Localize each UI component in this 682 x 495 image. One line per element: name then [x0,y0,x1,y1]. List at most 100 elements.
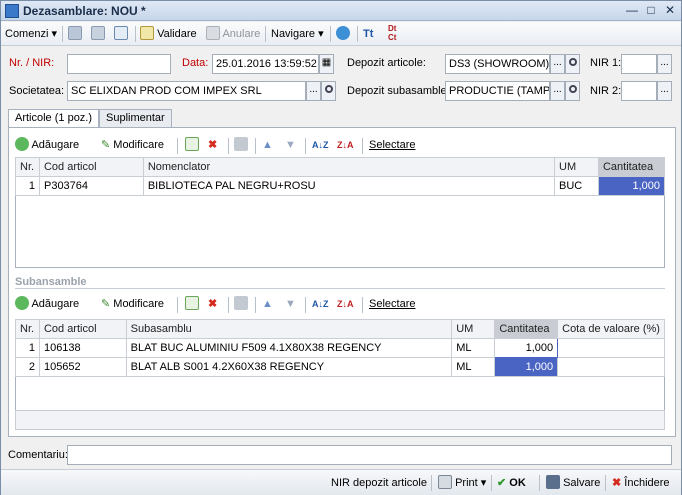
articole-sort-za-button[interactable]: Z↓A [337,136,354,154]
validare-button[interactable]: Validare [140,25,197,43]
subansamble-save-grid-button[interactable] [234,295,248,313]
nir2-field[interactable] [621,81,657,101]
anulare-button[interactable]: Anulare [206,25,260,43]
print-button[interactable]: Print ▾ [438,474,486,492]
depozit-subansamble-field[interactable]: PRODUCTIE (TAMP [445,81,550,101]
comenzi-menu[interactable]: Comenzi ▾ [5,25,57,43]
toolbar-separator [177,138,178,154]
nir2-label: NIR 2: [590,85,622,97]
articole-select-button[interactable]: Selectare [369,136,415,154]
cell-um[interactable]: BUC [554,176,599,196]
cell-cod-articol[interactable]: 105652 [38,357,127,377]
nir-depozit-articole-label: NIR depozit articole [331,477,427,489]
column-header-cod-articol[interactable]: Cod articol [38,319,127,339]
articole-delete-button[interactable]: ✖ [208,136,217,154]
subansamble-footer-row [15,410,665,430]
tab-suplimentar[interactable]: Suplimentar [99,109,172,128]
societatea-field[interactable]: SC ELIXDAN PROD COM IMPEX SRL [67,81,306,101]
chevron-down-icon: ▾ [480,477,487,489]
articole-save-grid-button[interactable] [234,136,248,154]
ok-button[interactable]: ✔ OK [497,474,526,492]
nr-nir-field[interactable] [67,54,171,74]
depozit-articole-field[interactable]: DS3 (SHOWROOM) [445,54,550,74]
table-row[interactable]: 1 106138 BLAT BUC ALUMINIU F509 4.1X80X3… [15,338,665,358]
subansamble-add-label: Adăugare [31,298,80,310]
table-row[interactable]: 2 105652 BLAT ALB S001 4.2X60X38 REGENCY… [15,357,665,377]
depozit-subansamble-search-button[interactable] [565,81,580,101]
articole-add-row-button[interactable] [185,136,199,154]
cell-cantitatea[interactable]: 1,000 [494,357,559,377]
nir-depozit-articole-button[interactable]: NIR depozit articole [331,474,427,492]
document-button[interactable] [91,25,105,43]
cell-subasamblu[interactable]: BLAT ALB S001 4.2X60X38 REGENCY [125,357,453,377]
subansamble-add-row-button[interactable] [185,295,199,313]
cell-nr[interactable]: 1 [15,338,40,358]
disk-icon [546,475,560,489]
tab-articole[interactable]: Articole (1 poz.) [8,109,100,129]
cell-cantitatea[interactable]: 1,000 [597,176,666,196]
cell-nr[interactable]: 2 [15,357,40,377]
articole-move-down-button[interactable]: ▼ [285,136,296,154]
cell-cod-articol[interactable]: 106138 [38,338,127,358]
cell-um[interactable]: ML [451,338,496,358]
articole-edit-button[interactable]: ✎ Modificare [101,136,164,154]
close-window-button[interactable]: ✕ [661,3,679,18]
column-header-cantitatea[interactable]: Cantitatea [494,319,559,339]
subansamble-move-up-button[interactable]: ▲ [262,295,273,313]
column-header-um[interactable]: UM [554,157,599,177]
debit-credit-button[interactable]: Dt Ct [388,24,396,42]
cell-subasamblu[interactable]: BLAT BUC ALUMINIU F509 4.1X80X38 REGENCY [125,338,453,358]
cell-cota-valoare[interactable] [557,338,665,358]
depozit-subansamble-browse-button[interactable]: ... [550,81,565,101]
minimize-button[interactable]: — [623,3,641,18]
subansamble-select-button[interactable]: Selectare [369,295,415,313]
subansamble-edit-button[interactable]: ✎ Modificare [101,295,164,313]
subansamble-move-down-button[interactable]: ▼ [285,295,296,313]
column-header-cantitatea[interactable]: Cantitatea [597,157,666,177]
depozit-articole-search-button[interactable] [565,54,580,74]
nir2-browse-button[interactable]: ... [657,81,672,101]
cell-cantitatea[interactable]: 1,000 [494,338,559,358]
column-header-cota-valoare[interactable]: Cota de valoare (%) [557,319,665,339]
cell-cota-valoare[interactable] [557,357,665,377]
column-header-subasamblu[interactable]: Subasamblu [125,319,453,339]
societatea-label: Societatea: [9,85,65,97]
inchidere-button[interactable]: ✖ Închidere [612,474,670,492]
articole-sort-az-button[interactable]: A↓Z [312,136,329,154]
column-header-nr[interactable]: Nr. [15,157,40,177]
new-document-button[interactable] [114,25,128,43]
column-header-um[interactable]: UM [451,319,496,339]
cell-nomenclator[interactable]: BIBLIOTECA PAL NEGRU+ROSU [142,176,556,196]
app-icon [5,4,19,18]
articole-add-button[interactable]: Adăugare [15,136,79,154]
text-format-button[interactable]: Tt [363,25,373,43]
subansamble-sort-az-button[interactable]: A↓Z [312,295,329,313]
first-record-button[interactable] [68,25,82,43]
chat-button[interactable] [336,25,350,43]
toolbar-separator [305,138,306,154]
comentariu-field[interactable] [67,445,672,465]
column-header-cod-articol[interactable]: Cod articol [38,157,144,177]
societatea-search-button[interactable] [321,81,336,101]
column-header-nr[interactable]: Nr. [15,319,40,339]
cell-nr[interactable]: 1 [15,176,40,196]
search-icon [568,85,577,93]
subansamble-delete-button[interactable]: ✖ [208,295,217,313]
subansamble-add-button[interactable]: Adăugare [15,295,79,313]
table-row[interactable]: 1 P303764 BIBLIOTECA PAL NEGRU+ROSU BUC … [15,176,666,196]
subansamble-sort-za-button[interactable]: Z↓A [337,295,354,313]
nir1-browse-button[interactable]: ... [657,54,672,74]
depozit-articole-browse-button[interactable]: ... [550,54,565,74]
nir1-field[interactable] [621,54,657,74]
calendar-button[interactable]: ▦ [319,54,334,74]
articole-move-up-button[interactable]: ▲ [262,136,273,154]
societatea-browse-button[interactable]: ... [306,81,321,101]
maximize-button[interactable]: □ [642,3,660,18]
column-header-nomenclator[interactable]: Nomenclator [142,157,556,177]
salvare-button[interactable]: Salvare [546,474,600,492]
cell-um[interactable]: ML [451,357,496,377]
cell-cod-articol[interactable]: P303764 [38,176,144,196]
data-field[interactable]: 25.01.2016 13:59:52 [212,54,319,74]
subansamble-toolbar: Adăugare ✎ Modificare ✖ ▲ ▼ A↓Z Z↓A Sele… [15,293,665,315]
navigare-menu[interactable]: Navigare ▾ [271,25,324,43]
